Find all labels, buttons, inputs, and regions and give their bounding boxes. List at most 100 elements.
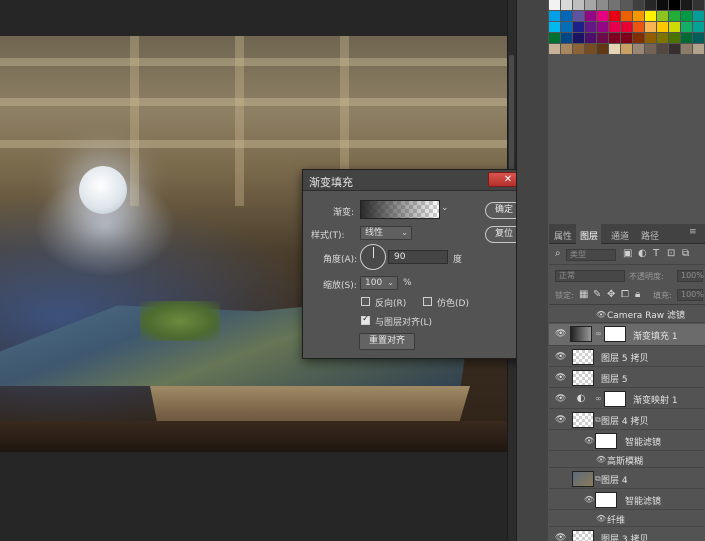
- layer-row[interactable]: 👁︎ 智能滤镜: [549, 431, 705, 451]
- color-swatch[interactable]: [561, 22, 572, 32]
- layer-row[interactable]: 👁︎ Camera Raw 滤镜: [549, 305, 705, 323]
- smart-filter-mask-thumbnail[interactable]: [595, 492, 617, 508]
- color-swatch[interactable]: [681, 33, 692, 43]
- color-swatch[interactable]: [645, 22, 656, 32]
- align-with-layer-checkbox[interactable]: [361, 314, 370, 325]
- color-swatch[interactable]: [633, 33, 644, 43]
- color-swatch[interactable]: [633, 0, 644, 10]
- eye-icon[interactable]: 👁︎: [596, 310, 606, 319]
- layer-filter-type[interactable]: 类型: [566, 249, 616, 261]
- color-swatch[interactable]: [669, 22, 680, 32]
- color-swatch[interactable]: [549, 22, 560, 32]
- color-swatch[interactable]: [597, 44, 608, 54]
- color-swatch[interactable]: [681, 0, 692, 10]
- tab-channels[interactable]: 通道: [611, 229, 629, 242]
- tab-paths[interactable]: 路径: [641, 229, 659, 242]
- eye-icon[interactable]: 👁︎: [555, 394, 566, 404]
- layer-row[interactable]: 👁︎ 高斯模糊: [549, 452, 705, 468]
- color-swatch[interactable]: [645, 11, 656, 21]
- link-icon[interactable]: ∞: [595, 394, 602, 403]
- color-swatch[interactable]: [549, 44, 560, 54]
- angle-dial[interactable]: [360, 244, 386, 270]
- color-swatch[interactable]: [585, 0, 596, 10]
- eye-icon[interactable]: 👁︎: [596, 514, 606, 523]
- adjustment-filter-icon[interactable]: ◐: [638, 248, 647, 259]
- smart-filter-mask-thumbnail[interactable]: [595, 433, 617, 449]
- color-swatch[interactable]: [681, 22, 692, 32]
- reset-align-button[interactable]: 重置对齐: [359, 333, 415, 350]
- eye-icon[interactable]: 👁︎: [584, 436, 594, 445]
- color-swatch[interactable]: [669, 44, 680, 54]
- color-swatch[interactable]: [669, 33, 680, 43]
- color-swatch[interactable]: [693, 0, 704, 10]
- type-filter-icon[interactable]: T: [653, 248, 659, 259]
- chevron-down-icon[interactable]: ⌄: [441, 203, 449, 213]
- tab-layers[interactable]: 图层: [580, 229, 598, 242]
- gradient-picker[interactable]: [360, 200, 440, 219]
- layer-row[interactable]: ⧉ 图层 4: [549, 469, 705, 489]
- color-swatch[interactable]: [657, 11, 668, 21]
- color-swatch[interactable]: [681, 11, 692, 21]
- color-swatch[interactable]: [585, 22, 596, 32]
- color-swatch[interactable]: [693, 11, 704, 21]
- color-swatch[interactable]: [621, 22, 632, 32]
- color-swatch[interactable]: [597, 11, 608, 21]
- color-swatch[interactable]: [633, 11, 644, 21]
- color-swatch[interactable]: [657, 33, 668, 43]
- color-swatch[interactable]: [597, 0, 608, 10]
- color-swatch[interactable]: [573, 44, 584, 54]
- color-swatch[interactable]: [693, 22, 704, 32]
- lock-artboard-icon[interactable]: ⧠: [621, 289, 629, 300]
- color-swatch[interactable]: [585, 44, 596, 54]
- color-swatch[interactable]: [633, 44, 644, 54]
- color-swatch[interactable]: [561, 44, 572, 54]
- color-swatch[interactable]: [585, 33, 596, 43]
- tab-properties[interactable]: 属性: [554, 229, 572, 242]
- smart-object-filter-icon[interactable]: ⧉: [682, 248, 689, 259]
- layer-row[interactable]: 👁︎ 智能滤镜: [549, 490, 705, 510]
- lock-transparent-icon[interactable]: ▦: [579, 289, 588, 300]
- color-swatch[interactable]: [597, 22, 608, 32]
- layer-row[interactable]: 👁︎ 图层 5 拷贝: [549, 347, 705, 367]
- eye-icon[interactable]: 👁︎: [555, 329, 566, 339]
- eye-icon[interactable]: 👁︎: [555, 373, 566, 383]
- eye-icon[interactable]: 👁︎: [596, 455, 606, 464]
- dither-label[interactable]: 仿色(D): [437, 296, 469, 309]
- color-swatch[interactable]: [681, 44, 692, 54]
- scale-input[interactable]: 100 ⌄: [360, 276, 398, 290]
- color-swatch[interactable]: [645, 33, 656, 43]
- color-swatch[interactable]: [549, 33, 560, 43]
- shape-filter-icon[interactable]: ⊡: [667, 248, 675, 259]
- color-swatch[interactable]: [573, 11, 584, 21]
- color-swatch[interactable]: [657, 44, 668, 54]
- color-swatch[interactable]: [621, 0, 632, 10]
- color-swatch[interactable]: [609, 22, 620, 32]
- align-with-layer-label[interactable]: 与图层对齐(L): [375, 315, 432, 328]
- eye-icon[interactable]: 👁︎: [555, 352, 566, 362]
- color-swatch[interactable]: [549, 11, 560, 21]
- color-swatch[interactable]: [621, 44, 632, 54]
- color-swatch[interactable]: [645, 0, 656, 10]
- eye-icon[interactable]: 👁︎: [555, 415, 566, 425]
- color-swatch[interactable]: [561, 11, 572, 21]
- color-swatch[interactable]: [693, 33, 704, 43]
- reverse-checkbox[interactable]: [361, 297, 370, 306]
- dither-checkbox[interactable]: [423, 297, 432, 306]
- layer-row[interactable]: 👁︎ ⧉ 图层 4 拷贝: [549, 410, 705, 430]
- color-swatch[interactable]: [549, 0, 560, 10]
- pixel-filter-icon[interactable]: ▣: [623, 248, 632, 259]
- layer-row-selected[interactable]: 👁︎ ∞ 渐变填充 1: [549, 324, 705, 346]
- lock-image-icon[interactable]: ✎: [593, 289, 601, 300]
- color-swatch[interactable]: [669, 0, 680, 10]
- color-swatch[interactable]: [633, 22, 644, 32]
- color-swatch[interactable]: [585, 11, 596, 21]
- color-swatch[interactable]: [657, 0, 668, 10]
- color-swatch[interactable]: [669, 11, 680, 21]
- layer-row[interactable]: 👁︎ 图层 5: [549, 368, 705, 388]
- color-swatch[interactable]: [621, 33, 632, 43]
- lock-all-icon[interactable]: 🔒︎: [635, 289, 640, 300]
- layer-mask-thumbnail[interactable]: [604, 391, 626, 407]
- color-swatch[interactable]: [573, 33, 584, 43]
- layer-row[interactable]: 👁︎ 图层 3 拷贝: [549, 528, 705, 541]
- eye-icon[interactable]: 👁︎: [555, 533, 566, 541]
